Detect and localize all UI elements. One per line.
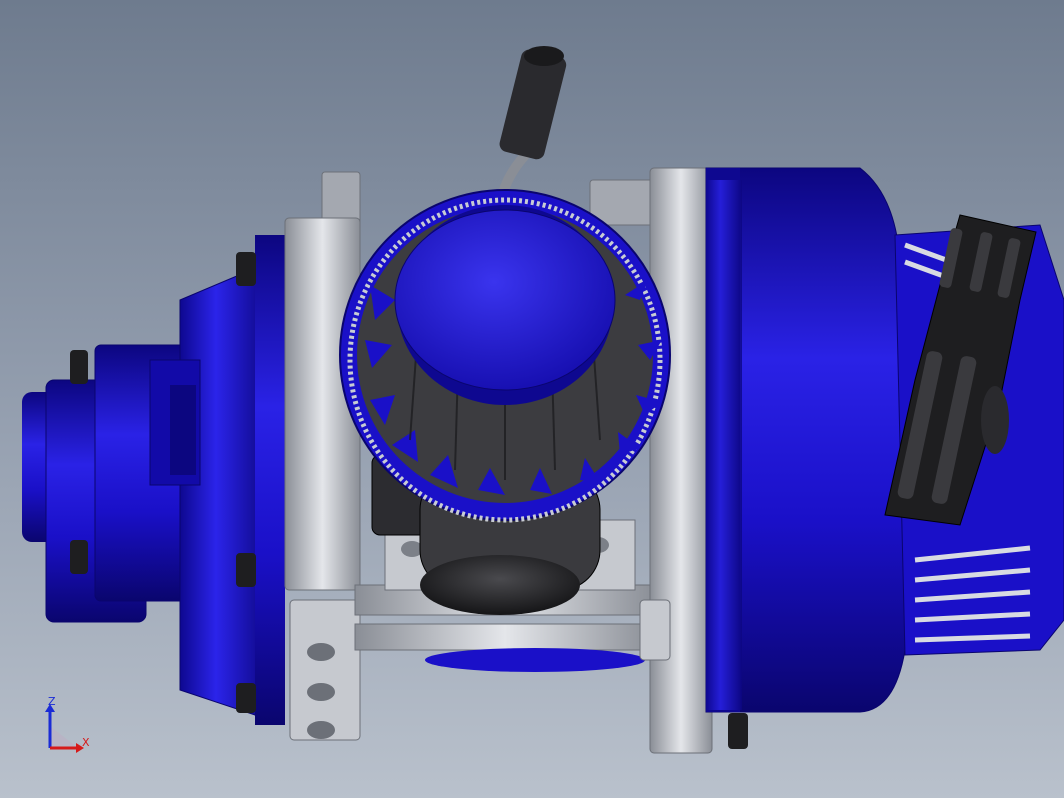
left-mount-plate[interactable] xyxy=(284,171,361,741)
engine-assembly-model[interactable] xyxy=(0,0,1064,798)
air-filter[interactable] xyxy=(339,189,671,523)
throttle-cable[interactable] xyxy=(495,46,568,206)
triad-z-label: Z xyxy=(48,695,56,708)
triad-x-label: X xyxy=(82,736,90,749)
main-cylinder-housing[interactable] xyxy=(705,167,906,713)
view-orientation-triad: Z X xyxy=(38,696,98,756)
graphics-viewport[interactable]: Z X xyxy=(0,0,1064,798)
output-shaft-housing[interactable] xyxy=(22,235,285,725)
